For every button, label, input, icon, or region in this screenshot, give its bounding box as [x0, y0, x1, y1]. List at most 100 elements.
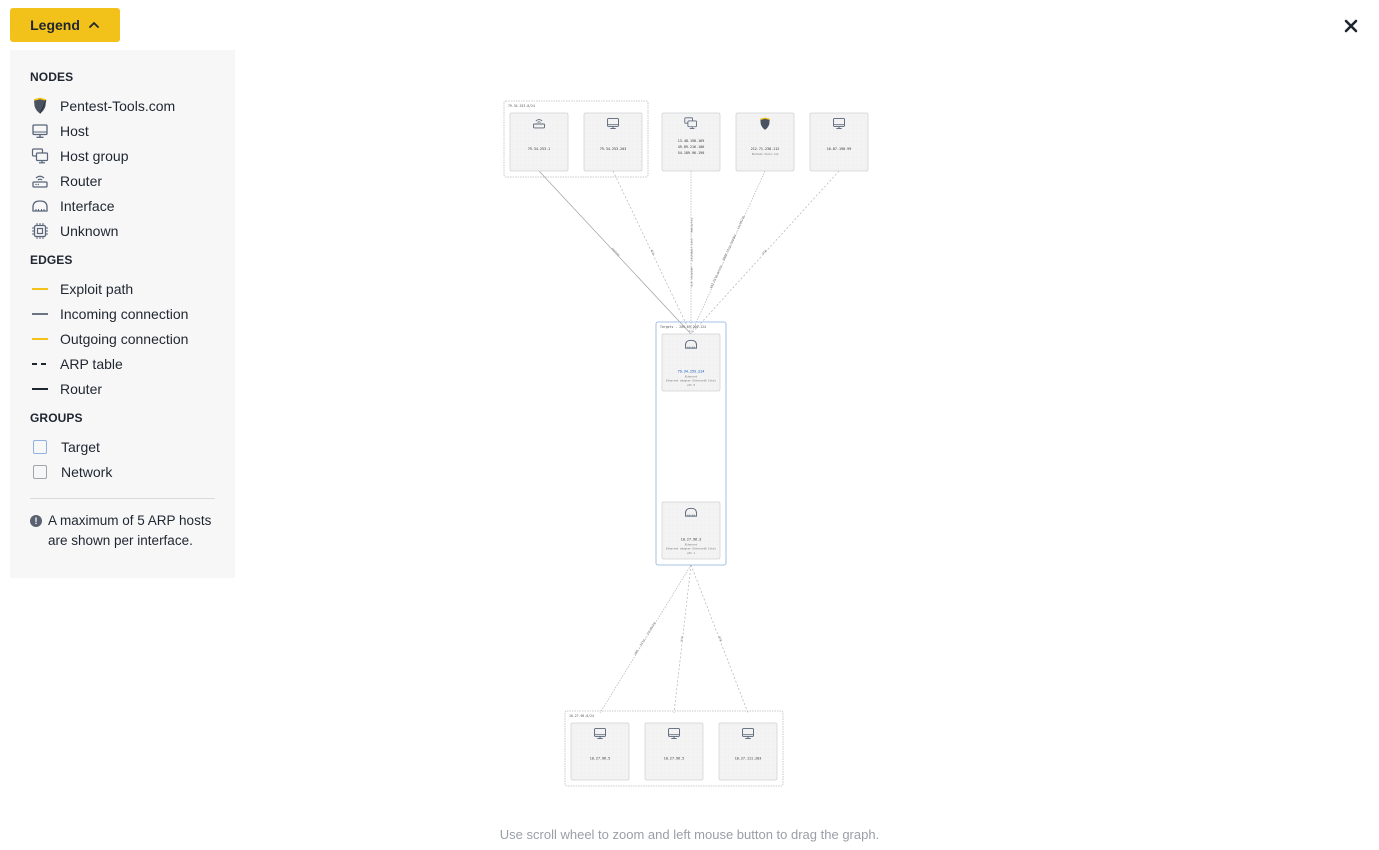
host-monitor-icon: [30, 121, 50, 141]
legend-panel: NODES Pentest-Tools.com Host Host group …: [10, 50, 235, 578]
node-ip-label: 49.89.216.106: [678, 145, 705, 149]
graph-node-router[interactable]: 79.34.253.1: [509, 112, 569, 172]
legend-edge-outgoing: Outgoing connection: [30, 326, 215, 351]
interface-icon: [30, 196, 50, 216]
legend-divider: [30, 498, 215, 499]
legend-group-label: Network: [61, 463, 113, 480]
node-ip-label: 79.34.253.1: [528, 147, 550, 151]
legend-edge-arp: ARP table: [30, 351, 215, 376]
node-ip-label: 10.27.96.3: [681, 538, 701, 542]
node-ip-label: 10.27.96.5: [664, 757, 684, 761]
node-box[interactable]: [809, 112, 869, 172]
legend-group-network: Network: [30, 459, 215, 484]
legend-edge-incoming: Incoming connection: [30, 301, 215, 326]
legend-edge-exploit-path: Exploit path: [30, 276, 215, 301]
graph-usage-hint: Use scroll wheel to zoom and left mouse …: [499, 827, 880, 842]
legend-edge-label: Router: [60, 380, 103, 397]
nodes-layer: 79.34.253.1 79.34.253.203 13.48.198.169 49.…: [509, 112, 869, 781]
edge-label: smb - http - incoming: [633, 621, 656, 656]
node-ip-label: 54.189.96.190: [678, 151, 705, 155]
node-ip-label: 10.27.111.203: [735, 757, 762, 761]
node-box[interactable]: [644, 722, 704, 781]
network-group-square-icon: [33, 464, 47, 479]
node-box[interactable]: [583, 112, 643, 172]
legend-node-interface: Interface: [30, 193, 215, 218]
edge-label: hostname - user-computer - windows arp: [690, 218, 694, 287]
legend-groups-title: GROUPS: [30, 411, 83, 425]
node-sub-label: eth 1: [687, 551, 695, 555]
edge-label: arp: [718, 635, 724, 642]
graph-node-interface[interactable]: 79.34.253.214EthernetEthernet adapter Et…: [661, 333, 721, 392]
graph-node-host[interactable]: 79.34.253.203: [583, 112, 643, 172]
legend-edge-router: Router: [30, 376, 215, 401]
node-sub-label: eth 0: [687, 383, 695, 387]
legend-group-label: Target: [61, 438, 100, 455]
edge-label: arp: [650, 249, 656, 256]
node-sub-label: Pentest-Tools.com: [752, 152, 779, 156]
legend-group-target: Target: [30, 434, 215, 459]
legend-node-unknown: Unknown: [30, 218, 215, 243]
legend-node-label: Unknown: [60, 222, 119, 239]
node-ip-label: 16.87.198.99: [827, 147, 852, 151]
legend-node-host-group: Host group: [30, 143, 215, 168]
node-ip-label: 212.71.238.112: [751, 147, 780, 151]
legend-node-pentest-tools: Pentest-Tools.com: [30, 93, 215, 118]
target-group-square-icon: [33, 439, 47, 454]
legend-node-label: Pentest-Tools.com: [60, 97, 176, 114]
node-ip-label: 10.27.96.5: [590, 757, 610, 761]
legend-toggle-button[interactable]: Legend: [10, 8, 120, 42]
edge-label: arp: [679, 636, 684, 642]
close-icon: [1344, 19, 1358, 33]
info-exclamation-icon: !: [30, 515, 42, 527]
group-label: Targets - 209.59.200.124: [660, 325, 706, 329]
router-icon: [30, 171, 50, 191]
host-group-icon: [30, 146, 50, 166]
legend-edge-label: Incoming connection: [60, 305, 189, 322]
legend-edge-label: Outgoing connection: [60, 330, 189, 347]
close-button[interactable]: [1340, 15, 1362, 37]
legend-node-label: Router: [60, 172, 103, 189]
edge-label: 443 http-proxy - 8080 http-header - inco…: [709, 215, 746, 289]
arp-dashed-line-icon: [30, 362, 50, 366]
legend-edge-label: Exploit path: [60, 280, 134, 297]
chevron-up-icon: [88, 22, 99, 28]
node-sub-label: Ethernet adapter Ethernet0 Intel: [666, 379, 716, 383]
node-sub-label: Ethernet: [685, 543, 698, 547]
incoming-line-icon: [30, 312, 50, 316]
router-line-icon: [30, 387, 50, 391]
pentest-tools-shield-icon: [30, 96, 50, 116]
chip-icon: [30, 221, 50, 241]
legend-node-label: Interface: [60, 197, 115, 214]
legend-note-text: A maximum of 5 ARP hosts are shown per i…: [48, 513, 212, 548]
group-label: 79.34.253.0/24: [508, 104, 535, 108]
exploit-path-line-icon: [30, 287, 50, 291]
node-box[interactable]: [570, 722, 630, 781]
legend-edges-title: EDGES: [30, 253, 73, 267]
node-ip-label: 13.48.198.169: [678, 139, 705, 143]
groups-layer: 79.34.253.0/24 Targets - 209.59.200.124 10…: [503, 100, 784, 787]
legend-note: ! A maximum of 5 ARP hosts are shown per…: [30, 511, 215, 551]
node-sub-label: Ethernet: [685, 375, 698, 379]
legend-node-host: Host: [30, 118, 215, 143]
graph-node-interface[interactable]: 10.27.96.3EthernetEthernet adapter Ether…: [661, 501, 721, 560]
group-label: 10.27.96.0/24: [569, 714, 594, 718]
node-ip-label: 79.34.253.214: [678, 370, 705, 374]
graph-node-pentest[interactable]: 212.71.238.112Pentest-Tools.com: [735, 112, 795, 172]
node-box[interactable]: [718, 722, 778, 781]
legend-button-label: Legend: [30, 17, 80, 33]
node-ip-label: 79.34.253.203: [600, 147, 627, 151]
graph-node-host[interactable]: 10.27.96.5: [570, 722, 630, 781]
node-sub-label: Ethernet adapter Ethernet0 Intel: [666, 547, 716, 551]
legend-nodes-title: NODES: [30, 70, 74, 84]
edge-label: router: [611, 246, 621, 257]
legend-node-label: Host group: [60, 147, 129, 164]
legend-node-label: Host: [60, 122, 89, 139]
graph-node-host[interactable]: 10.27.111.203: [718, 722, 778, 781]
edges-layer: router arp hostname - user-computer - wind…: [538, 170, 840, 714]
edge-label: arp: [761, 248, 768, 255]
outgoing-line-icon: [30, 337, 50, 341]
graph-node-hostgroup[interactable]: 13.48.198.169 49.89.216.106 54.189.96.190: [661, 112, 721, 172]
legend-node-router: Router: [30, 168, 215, 193]
graph-node-host[interactable]: 16.87.198.99: [809, 112, 869, 172]
graph-node-host[interactable]: 10.27.96.5: [644, 722, 704, 781]
